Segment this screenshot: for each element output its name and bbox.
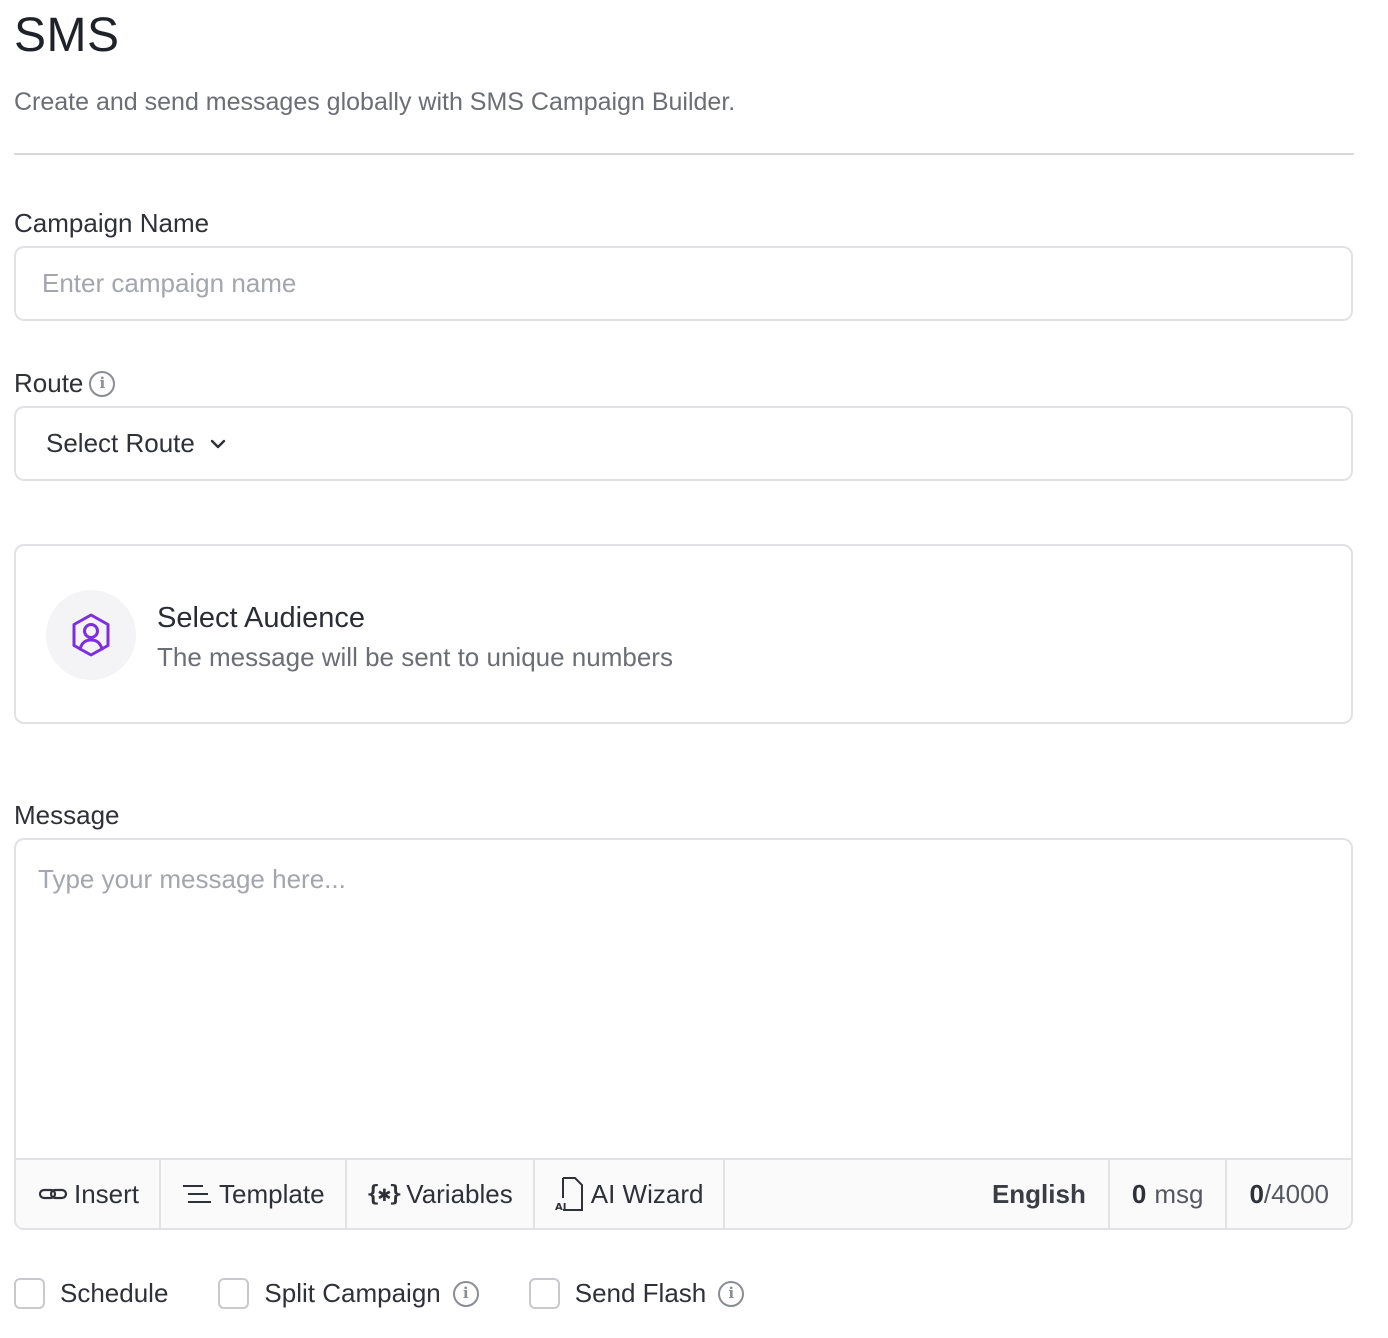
template-lines-icon	[183, 1185, 212, 1203]
character-count-value: 0	[1249, 1178, 1264, 1209]
variables-braces-icon: {✱}	[366, 1181, 403, 1207]
campaign-name-label: Campaign Name	[14, 208, 209, 239]
route-select-inner: Select Route	[46, 408, 227, 479]
campaign-name-field-wrap	[14, 246, 1353, 321]
character-count-limit: /4000	[1263, 1178, 1329, 1209]
template-button[interactable]: Template	[161, 1160, 347, 1228]
audience-title: Select Audience	[157, 602, 365, 634]
schedule-checkbox[interactable]	[14, 1278, 45, 1309]
route-label-text: Route	[14, 368, 84, 398]
route-selected-value: Select Route	[46, 428, 195, 458]
route-label: Route i	[14, 368, 116, 399]
select-audience-card[interactable]: Select Audience The message will be sent…	[14, 544, 1353, 724]
header-divider	[14, 153, 1354, 155]
page-title: SMS	[14, 9, 120, 62]
audience-description: The message will be sent to unique numbe…	[157, 642, 673, 672]
message-toolbar: Insert Template {✱} Variables AI AI Wiza…	[16, 1158, 1351, 1228]
ai-wizard-label: AI Wizard	[590, 1178, 704, 1209]
campaign-name-input[interactable]	[16, 248, 1351, 319]
message-count: 0 msg	[1107, 1160, 1226, 1228]
message-editor: Insert Template {✱} Variables AI	[14, 838, 1353, 1230]
message-count-value: 0	[1131, 1178, 1147, 1209]
send-flash-label: Send Flash	[574, 1278, 707, 1308]
route-select[interactable]: Select Route	[14, 406, 1353, 481]
split-campaign-label: Split Campaign	[264, 1278, 441, 1308]
user-hexagon-icon	[72, 613, 110, 657]
schedule-label: Schedule	[60, 1278, 169, 1308]
audience-icon-wrap	[46, 590, 136, 680]
message-count-unit: msg	[1154, 1178, 1204, 1209]
split-campaign-checkbox[interactable]	[218, 1278, 250, 1309]
insert-link-button[interactable]: Insert	[16, 1160, 162, 1228]
split-campaign-option[interactable]: Split Campaign i	[218, 1278, 479, 1309]
template-label: Template	[219, 1178, 325, 1209]
message-label-text: Message	[14, 800, 120, 830]
schedule-option[interactable]: Schedule	[14, 1278, 168, 1309]
sms-campaign-page: SMS Create and send messages globally wi…	[0, 0, 1388, 1338]
variables-button[interactable]: {✱} Variables	[346, 1160, 535, 1228]
campaign-options: Schedule Split Campaign i Send Flash i	[14, 1278, 794, 1309]
svg-text:AI: AI	[555, 1202, 566, 1212]
page-subtitle: Create and send messages globally with S…	[14, 88, 736, 116]
language-indicator: English	[970, 1160, 1108, 1228]
split-campaign-info-icon[interactable]: i	[452, 1280, 479, 1307]
language-value: English	[991, 1178, 1086, 1209]
message-textarea[interactable]	[16, 840, 1351, 1160]
campaign-name-label-text: Campaign Name	[14, 208, 210, 238]
message-label: Message	[14, 800, 120, 831]
send-flash-option[interactable]: Send Flash i	[528, 1278, 745, 1309]
variables-label: Variables	[406, 1178, 513, 1209]
ai-document-icon: AI	[555, 1177, 583, 1212]
character-count: 0 /4000	[1225, 1160, 1351, 1228]
insert-label: Insert	[74, 1178, 140, 1209]
ai-wizard-button[interactable]: AI AI Wizard	[534, 1160, 726, 1228]
chevron-down-icon	[210, 439, 226, 448]
route-info-icon[interactable]: i	[89, 370, 116, 397]
send-flash-checkbox[interactable]	[528, 1278, 560, 1309]
send-flash-info-icon[interactable]: i	[718, 1280, 745, 1307]
link-icon	[38, 1188, 68, 1200]
